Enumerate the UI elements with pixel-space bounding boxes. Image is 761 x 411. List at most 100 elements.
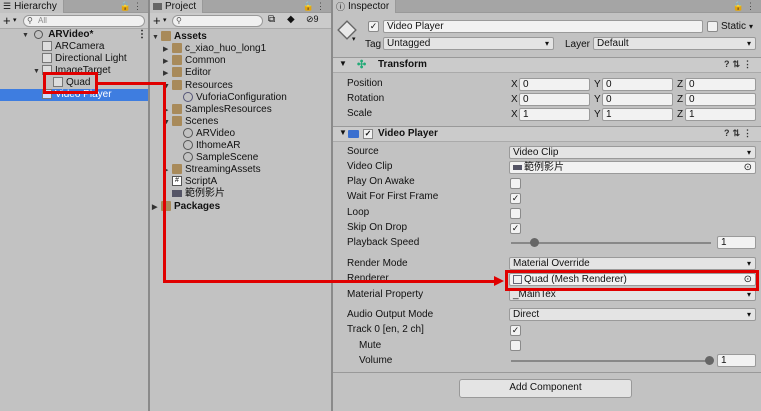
project-item-scene[interactable]: IthomeAR (183, 140, 240, 152)
filter-label-icon[interactable]: ◆ (287, 14, 295, 25)
expand-icon[interactable]: ▼ (152, 32, 161, 44)
foldout-icon[interactable]: ▼ (339, 128, 347, 137)
skip-on-drop-checkbox[interactable]: ✓ (510, 223, 521, 234)
position-y-field[interactable]: 0 (602, 78, 673, 91)
tab-inspector-label: Inspector (348, 1, 390, 12)
add-component-button[interactable]: Add Component (459, 379, 632, 398)
playback-speed-slider-track[interactable] (511, 242, 711, 244)
position-z-field[interactable]: 0 (685, 78, 756, 91)
item-label: Assets (174, 31, 207, 42)
item-label: Directional Light (55, 53, 127, 64)
project-item-assets[interactable]: ▼ Assets (152, 31, 207, 43)
position-x-field[interactable]: 0 (519, 78, 590, 91)
inspector-tab-menu-icons[interactable]: 🔒⋮ (733, 1, 757, 12)
add-dropdown-icon[interactable]: ▾ (13, 16, 17, 24)
component-enabled-checkbox[interactable]: ✓ (363, 129, 373, 139)
project-item-folder[interactable]: ▶SamplesResources (163, 104, 272, 116)
axis-y-label: Y (594, 94, 601, 105)
playback-speed-field[interactable]: 1 (717, 236, 756, 249)
video-player-header[interactable]: ▼ ✓ Video Player ?⇅⋮ (333, 126, 761, 142)
tag-value: Untagged (387, 38, 431, 49)
hidden-packages-icon[interactable]: ⊘9 (306, 14, 319, 25)
axis-z-label: Z (677, 109, 684, 120)
rotation-z-field[interactable]: 0 (685, 93, 756, 106)
project-toolbar: + ▾ ⚲ ⧉ ◆ ⊘9 (150, 13, 331, 29)
highlight-arrowhead (494, 276, 504, 286)
icon-dropdown-icon[interactable]: ▾ (352, 35, 356, 43)
project-item-scene[interactable]: SampleScene (183, 152, 258, 164)
project-item-script[interactable]: # ScriptA (172, 176, 217, 188)
video-clip-field[interactable]: 範例影片 ⊙ (509, 161, 756, 174)
playback-speed-slider-handle[interactable] (530, 238, 539, 247)
hierarchy-item-directional-light[interactable]: Directional Light (42, 53, 127, 65)
mute-checkbox[interactable] (510, 340, 521, 351)
tag-dropdown[interactable]: Untagged ▾ (383, 37, 554, 50)
track-checkbox[interactable]: ✓ (510, 325, 521, 336)
config-icon (183, 92, 193, 103)
scale-y-field[interactable]: 1 (602, 108, 673, 121)
scale-z-field[interactable]: 1 (685, 108, 756, 121)
tab-inspector[interactable]: ⓘ Inspector (333, 0, 397, 13)
static-checkbox[interactable] (707, 21, 718, 32)
scale-x-field[interactable]: 1 (519, 108, 590, 121)
item-label: ARCamera (55, 41, 105, 52)
project-item-folder[interactable]: ▼ Resources (163, 80, 233, 92)
component-header-icons[interactable]: ?⇅⋮ (724, 128, 755, 139)
add-object-button[interactable]: + (3, 13, 11, 28)
chevron-down-icon: ▾ (746, 148, 751, 157)
hierarchy-item-arcamera[interactable]: ARCamera (42, 41, 104, 53)
object-picker-icon[interactable]: ⊙ (744, 162, 752, 173)
project-item-scene[interactable]: ARVideo (183, 128, 235, 140)
project-tab-menu-icons[interactable]: 🔒⋮ (303, 1, 327, 12)
project-item-folder[interactable]: ▶ c_xiao_huo_long1 (163, 43, 266, 55)
create-asset-button[interactable]: + (153, 13, 161, 28)
item-label: Packages (174, 201, 221, 212)
transform-icon: ✣ (357, 59, 367, 71)
expand-icon[interactable]: ▼ (33, 66, 42, 78)
wait-first-frame-checkbox[interactable]: ✓ (510, 193, 521, 204)
loop-checkbox[interactable] (510, 208, 521, 219)
play-on-awake-checkbox[interactable] (510, 178, 521, 189)
project-item-folder[interactable]: ▶ Editor (163, 67, 211, 79)
transform-header[interactable]: ▼ ✣ Transform ?⇅⋮ (333, 57, 761, 73)
volume-field[interactable]: 1 (717, 354, 756, 367)
create-dropdown-icon[interactable]: ▾ (163, 16, 167, 24)
static-dropdown-icon[interactable]: ▾ (749, 22, 753, 31)
layer-dropdown[interactable]: Default ▾ (593, 37, 756, 50)
tab-hierarchy[interactable]: ☰ Hierarchy (0, 0, 64, 13)
scene-row[interactable]: ▼ ARVideo* ⋮ (0, 29, 148, 41)
gameobject-icon (42, 41, 52, 52)
object-name: Video Player (387, 21, 444, 32)
rotation-x-field[interactable]: 0 (519, 93, 590, 106)
active-checkbox[interactable]: ✓ (368, 21, 379, 32)
object-name-field[interactable]: Video Player (383, 20, 703, 33)
volume-slider-handle[interactable] (705, 356, 714, 365)
search-icon: ⚲ (176, 16, 182, 25)
item-label: c_xiao_huo_long1 (185, 43, 267, 54)
project-item-video-clip[interactable]: 範例影片 (172, 188, 225, 200)
hierarchy-search-input[interactable]: ⚲ All (23, 15, 145, 27)
chevron-down-icon: ▾ (746, 259, 751, 268)
render-mode-dropdown[interactable]: Material Override ▾ (509, 257, 756, 270)
tab-project[interactable]: Project (150, 0, 204, 13)
expand-icon[interactable]: ▶ (163, 68, 172, 80)
project-search-input[interactable]: ⚲ (172, 15, 263, 27)
project-item-folder[interactable]: ▶StreamingAssets (163, 164, 261, 176)
foldout-icon[interactable]: ▼ (339, 59, 347, 68)
item-label: VuforiaConfiguration (196, 92, 287, 103)
source-dropdown[interactable]: Video Clip ▾ (509, 146, 756, 159)
expand-icon[interactable]: ▼ (22, 30, 31, 42)
project-item-asset[interactable]: VuforiaConfiguration (183, 92, 287, 104)
volume-slider-track[interactable] (511, 360, 711, 362)
project-item-folder[interactable]: ▶ Common (163, 55, 226, 67)
audio-output-dropdown[interactable]: Direct ▾ (509, 308, 756, 321)
expand-icon[interactable]: ▶ (152, 202, 161, 214)
project-item-folder[interactable]: ▼ Scenes (163, 116, 218, 128)
rotation-y-field[interactable]: 0 (602, 93, 673, 106)
renderer-label: Renderer (347, 273, 389, 284)
filter-type-icon[interactable]: ⧉ (268, 14, 275, 25)
scene-menu-icon[interactable]: ⋮ (137, 29, 147, 41)
component-header-icons[interactable]: ?⇅⋮ (724, 59, 755, 70)
highlight-connector-bottom (163, 280, 495, 283)
hierarchy-tab-menu-icons[interactable]: 🔒⋮ (120, 1, 144, 12)
